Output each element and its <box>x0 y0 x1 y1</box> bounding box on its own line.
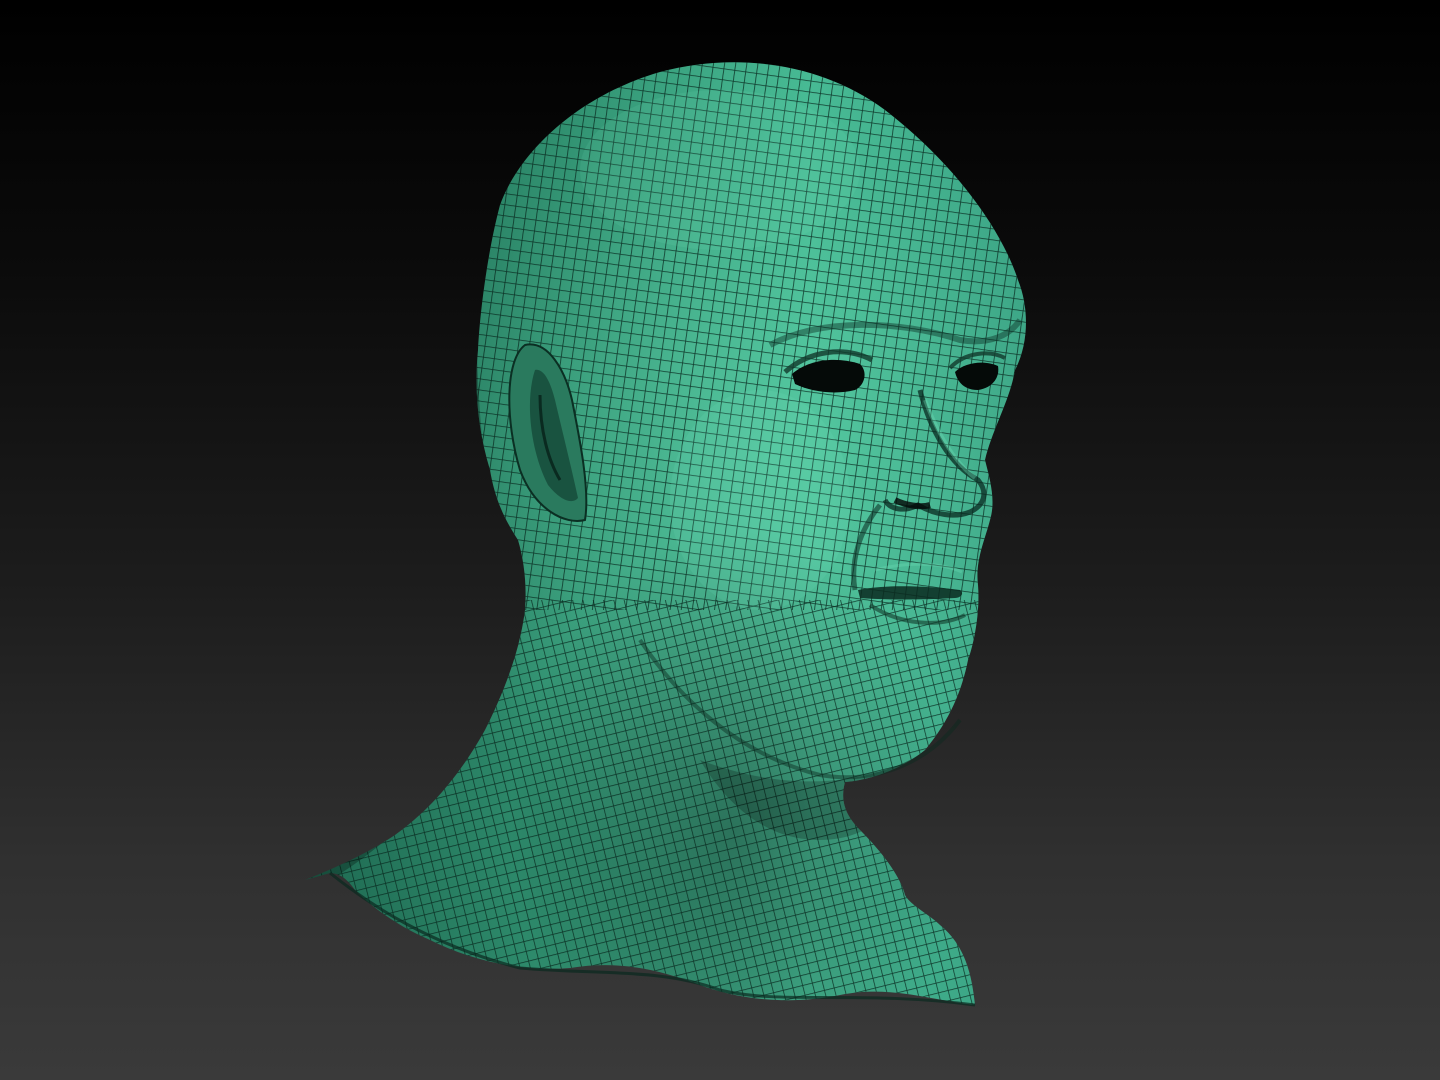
3d-viewport[interactable] <box>0 0 1440 1080</box>
mesh-canvas <box>305 62 1026 1007</box>
cranium-highlight <box>580 90 860 250</box>
cheek-highlight <box>670 390 850 610</box>
